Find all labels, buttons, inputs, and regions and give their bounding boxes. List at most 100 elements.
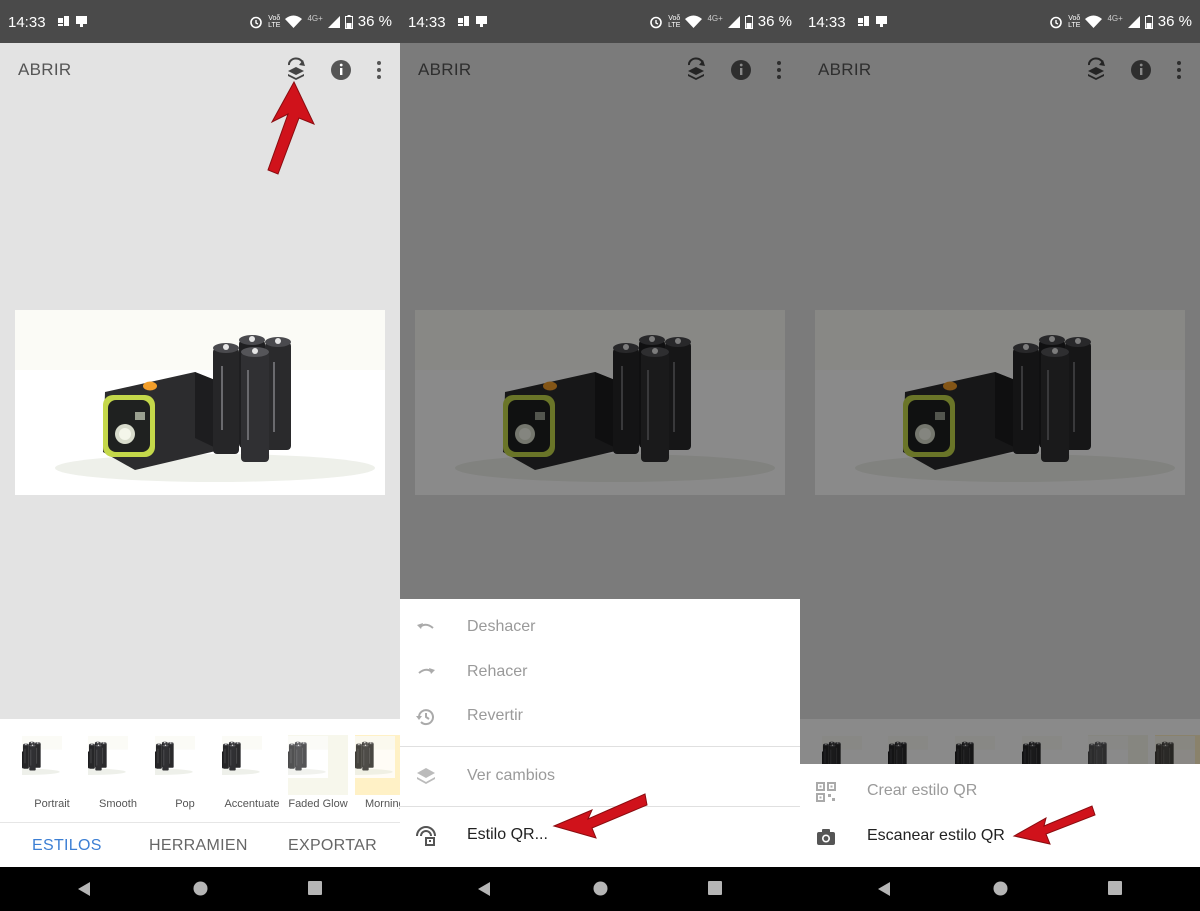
status-bar: 14:33 Voδ LTE 4G+ 36 % (800, 0, 1200, 43)
notification-app-icon (458, 16, 469, 26)
menu-create-qr[interactable]: Crear estilo QR (800, 770, 1200, 814)
style-thumb-pop[interactable]: Pop (155, 735, 215, 813)
signal-icon (727, 15, 740, 28)
wifi-icon (285, 15, 303, 28)
screenshot-triptych: 14:33 Voδ LTE 4G+ 36 % ABRIR Portrait Sm… (0, 0, 1200, 911)
undo-icon (417, 623, 434, 629)
network-type: 4G+ (307, 13, 323, 23)
undo-stack-icon[interactable] (283, 57, 309, 83)
status-time: 14:33 (408, 14, 446, 31)
alarm-icon (650, 16, 662, 28)
menu-redo[interactable]: Rehacer (400, 651, 800, 695)
menu-redo-label: Rehacer (467, 663, 528, 680)
alarm-icon (250, 16, 262, 28)
status-bar: 14:33 Voδ LTE 4G+ 36 % (0, 0, 400, 43)
style-label: Faded Glow (288, 798, 348, 810)
status-time: 14:33 (8, 14, 46, 31)
scrim-overlay[interactable] (800, 43, 1200, 867)
style-thumb-faded-glow[interactable]: Faded Glow (288, 735, 348, 813)
style-thumb-accentuate[interactable]: Accentuate (222, 735, 282, 813)
menu-divider (400, 806, 800, 807)
nav-bar (400, 867, 800, 911)
tab-export[interactable]: EXPORTAR (288, 837, 377, 855)
volte-indicator: Voδ LTE (668, 15, 680, 29)
menu-undo[interactable]: Deshacer (400, 606, 800, 650)
nav-bar (0, 867, 400, 911)
style-thumb-image (155, 735, 215, 795)
panel-qr-menu: 14:33 Voδ LTE 4G+ 36 % ABRIR Crear estil… (800, 0, 1200, 911)
style-thumb-image (222, 735, 282, 795)
redo-icon (418, 668, 435, 674)
battery-percent: 36 % (757, 13, 792, 30)
network-type: 4G+ (1107, 13, 1123, 23)
wifi-icon (685, 15, 703, 28)
panel-undo-menu: 14:33 Voδ LTE 4G+ 36 % ABRIR Deshacer Re… (400, 0, 800, 911)
undo-menu-sheet: Deshacer Rehacer Revertir Ver cambios Es… (400, 599, 800, 867)
volte-indicator: Voδ LTE (268, 15, 280, 29)
menu-scan-qr[interactable]: Escanear estilo QR (800, 815, 1200, 859)
history-icon (416, 709, 434, 726)
style-label: Portrait (34, 798, 70, 810)
style-thumb-smooth[interactable]: Smooth (88, 735, 148, 813)
nav-bar (800, 867, 1200, 911)
menu-undo-label: Deshacer (467, 618, 536, 635)
tab-tools[interactable]: HERRAMIEN (149, 837, 248, 855)
volte-text: Voδ (668, 14, 681, 22)
signal-icon (1127, 15, 1140, 28)
notification-app-icon (858, 16, 869, 26)
network-type: 4G+ (707, 13, 723, 23)
photo-preview (15, 310, 385, 495)
status-right: Voδ LTE 4G+ 36 % (649, 13, 792, 30)
recents-icon[interactable] (1108, 881, 1122, 895)
lte-text: LTE (668, 21, 681, 29)
volte-text: Voδ (1068, 14, 1081, 22)
menu-qr-style[interactable]: Estilo QR... (400, 814, 800, 858)
camera-icon (817, 829, 835, 845)
menu-scan-qr-label: Escanear estilo QR (867, 827, 1005, 844)
style-thumb-morning[interactable]: Morning (355, 735, 400, 813)
menu-view-changes[interactable]: Ver cambios (400, 755, 800, 799)
status-bar: 14:33 Voδ LTE 4G+ 36 % (400, 0, 800, 43)
tab-bar: ESTILOS HERRAMIEN EXPORTAR (0, 822, 400, 868)
style-thumb-portrait[interactable]: Portrait (22, 735, 82, 813)
volte-indicator: Voδ LTE (1068, 15, 1080, 29)
home-icon[interactable] (593, 881, 608, 896)
menu-view-changes-label: Ver cambios (467, 767, 556, 784)
layers-icon (417, 768, 435, 784)
home-icon[interactable] (193, 881, 208, 896)
menu-divider (400, 746, 800, 747)
back-icon[interactable] (77, 881, 91, 897)
menu-revert[interactable]: Revertir (400, 695, 800, 739)
home-icon[interactable] (993, 881, 1008, 896)
notification-flag-icon (76, 16, 87, 27)
style-label: Accentuate (224, 798, 280, 810)
wifi-icon (1085, 15, 1103, 28)
tab-styles[interactable]: ESTILOS (32, 837, 102, 855)
lte-text: LTE (1068, 21, 1081, 29)
open-button[interactable]: ABRIR (18, 60, 71, 80)
volte-text: Voδ (268, 14, 281, 22)
style-thumb-image (22, 735, 82, 795)
qr-code-icon (816, 782, 836, 802)
recents-icon[interactable] (308, 881, 322, 895)
style-label: Smooth (99, 798, 137, 810)
info-icon[interactable] (328, 57, 354, 83)
recents-icon[interactable] (708, 881, 722, 895)
more-vert-icon[interactable] (366, 57, 392, 83)
styles-strip: Portrait Smooth Pop Accentuate Faded Glo… (0, 719, 400, 822)
app-bar: ABRIR (0, 43, 400, 95)
back-icon[interactable] (877, 881, 891, 897)
battery-icon (344, 14, 353, 29)
style-label: Pop (175, 798, 195, 810)
menu-qr-style-label: Estilo QR... (467, 826, 548, 843)
battery-percent: 36 % (357, 13, 392, 30)
status-time: 14:33 (808, 14, 846, 31)
back-icon[interactable] (477, 881, 491, 897)
style-label: Morning (365, 798, 400, 810)
notification-flag-icon (476, 16, 487, 27)
panel-main-editor: 14:33 Voδ LTE 4G+ 36 % ABRIR Portrait Sm… (0, 0, 400, 911)
style-thumb-image (88, 735, 148, 795)
style-thumb-image (355, 735, 400, 795)
battery-percent: 36 % (1157, 13, 1192, 30)
lte-text: LTE (268, 21, 281, 29)
